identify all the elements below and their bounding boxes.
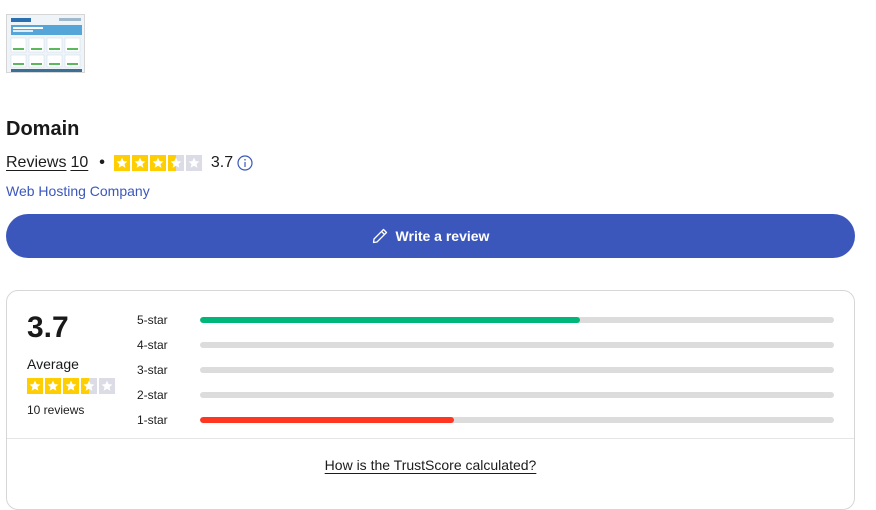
trustscore-explanation-link[interactable]: How is the TrustScore calculated?: [7, 457, 854, 473]
distribution-label: 2-star: [137, 387, 168, 402]
star-icon: [149, 155, 166, 171]
distribution-label: 3-star: [137, 362, 168, 377]
distribution-row-2-star[interactable]: 2-star: [137, 382, 837, 407]
rating-summary-row: Reviews 10 • 3.7: [6, 151, 253, 175]
distribution-row-3-star[interactable]: 3-star: [137, 358, 837, 383]
distribution-bar-track: [200, 317, 834, 324]
website-preview-image: [7, 15, 84, 72]
star-icon: [167, 155, 184, 171]
rating-value: 3.7: [210, 154, 234, 171]
company-screenshot-thumbnail[interactable]: [6, 14, 85, 73]
star-icon: [63, 378, 79, 394]
star-rating: [113, 155, 202, 171]
distribution-bar-track: [200, 391, 834, 398]
star-icon: [131, 155, 148, 171]
distribution-bar-fill: [200, 416, 454, 423]
category-link[interactable]: Web Hosting Company: [6, 183, 150, 199]
info-icon[interactable]: [237, 155, 253, 171]
star-icon: [185, 155, 202, 171]
star-icon: [113, 155, 130, 171]
separator-dot: •: [99, 154, 105, 171]
distribution-row-1-star[interactable]: 1-star: [137, 407, 837, 432]
distribution-bar-track: [200, 342, 834, 349]
reviews-link[interactable]: Reviews 10: [6, 154, 88, 172]
star-icon: [27, 378, 43, 394]
company-name: Domain: [6, 118, 80, 140]
distribution-label: 1-star: [137, 412, 168, 427]
distribution-row-5-star[interactable]: 5-star: [137, 308, 837, 333]
summary-review-count: 10 reviews: [27, 403, 85, 417]
distribution-row-4-star[interactable]: 4-star: [137, 333, 837, 358]
rating-distribution: 5-star 4-star 3-star 2-star 1-star: [137, 308, 837, 432]
card-divider: [7, 438, 854, 439]
trustscore-value: 3.7: [27, 311, 69, 344]
reviews-link-label: Reviews: [6, 154, 67, 171]
distribution-bar-track: [200, 416, 834, 423]
star-icon: [99, 378, 115, 394]
star-icon: [45, 378, 61, 394]
distribution-bar-track: [200, 366, 834, 373]
distribution-label: 4-star: [137, 338, 168, 353]
write-review-label: Write a review: [395, 228, 490, 244]
star-icon: [81, 378, 97, 394]
pencil-icon: [372, 228, 387, 244]
write-review-button[interactable]: Write a review: [6, 214, 855, 258]
rating-summary-card: 3.7 Average 10 reviews 5-star 4-star 3-sta…: [6, 290, 855, 510]
summary-star-rating: [27, 378, 115, 394]
reviews-link-count: 10: [70, 154, 89, 171]
distribution-label: 5-star: [137, 313, 168, 328]
trustscore-label: Average: [27, 356, 79, 372]
distribution-bar-fill: [200, 317, 581, 324]
